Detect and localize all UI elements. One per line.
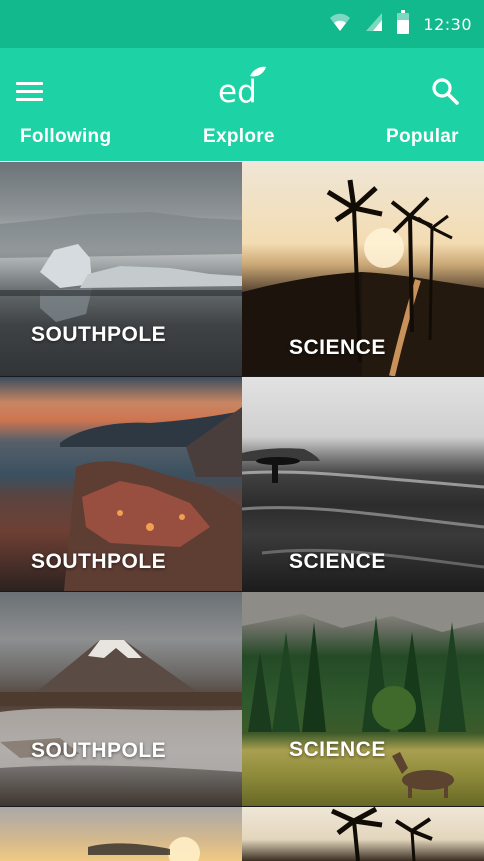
- topic-grid: SOUTHPOLE SCIENCE SOUTHPOLE SCIENCE SOUT…: [0, 162, 484, 861]
- status-icons: 12:30: [329, 9, 472, 39]
- wifi-icon: [329, 12, 351, 37]
- logo-text: ed: [218, 74, 257, 110]
- tab-explore[interactable]: Explore: [203, 126, 275, 148]
- hamburger-icon-line: [16, 89, 43, 93]
- tab-popular[interactable]: Popular: [386, 126, 459, 148]
- tile-label: SCIENCE: [289, 550, 386, 573]
- topic-tile[interactable]: [242, 807, 484, 861]
- hamburger-icon-line: [16, 81, 43, 85]
- mountain-river-photo: [0, 640, 242, 772]
- tile-label: SOUTHPOLE: [31, 323, 167, 346]
- status-bar: 12:30: [0, 0, 484, 48]
- topic-tile[interactable]: SOUTHPOLE: [0, 162, 242, 376]
- topic-tile[interactable]: SCIENCE: [242, 592, 484, 806]
- tab-bar: Following Explore Popular: [0, 118, 484, 231]
- app-logo: ed: [214, 64, 270, 110]
- search-icon: [432, 78, 459, 105]
- hamburger-icon-line: [16, 97, 43, 101]
- tab-following[interactable]: Following: [20, 126, 111, 148]
- topic-tile[interactable]: SCIENCE: [242, 377, 484, 591]
- topic-tile[interactable]: SOUTHPOLE: [0, 592, 242, 806]
- search-button[interactable]: [430, 76, 462, 108]
- signal-icon: [365, 12, 383, 37]
- tile-label: SCIENCE: [289, 738, 386, 761]
- menu-button[interactable]: [16, 78, 50, 104]
- tile-label: SOUTHPOLE: [31, 550, 167, 573]
- sunset-photo: [88, 837, 200, 861]
- palm-photo: [330, 807, 433, 861]
- topic-tile[interactable]: SCIENCE: [242, 162, 484, 376]
- status-time: 12:30: [423, 14, 472, 34]
- tile-label: SCIENCE: [289, 336, 386, 359]
- topic-tile[interactable]: SOUTHPOLE: [0, 377, 242, 591]
- battery-icon: [397, 9, 410, 39]
- app-bar: ed Following Explore Popular: [0, 48, 484, 231]
- tile-label: SOUTHPOLE: [31, 739, 167, 762]
- forest-deer-photo: [242, 592, 484, 798]
- topic-tile[interactable]: [0, 807, 242, 861]
